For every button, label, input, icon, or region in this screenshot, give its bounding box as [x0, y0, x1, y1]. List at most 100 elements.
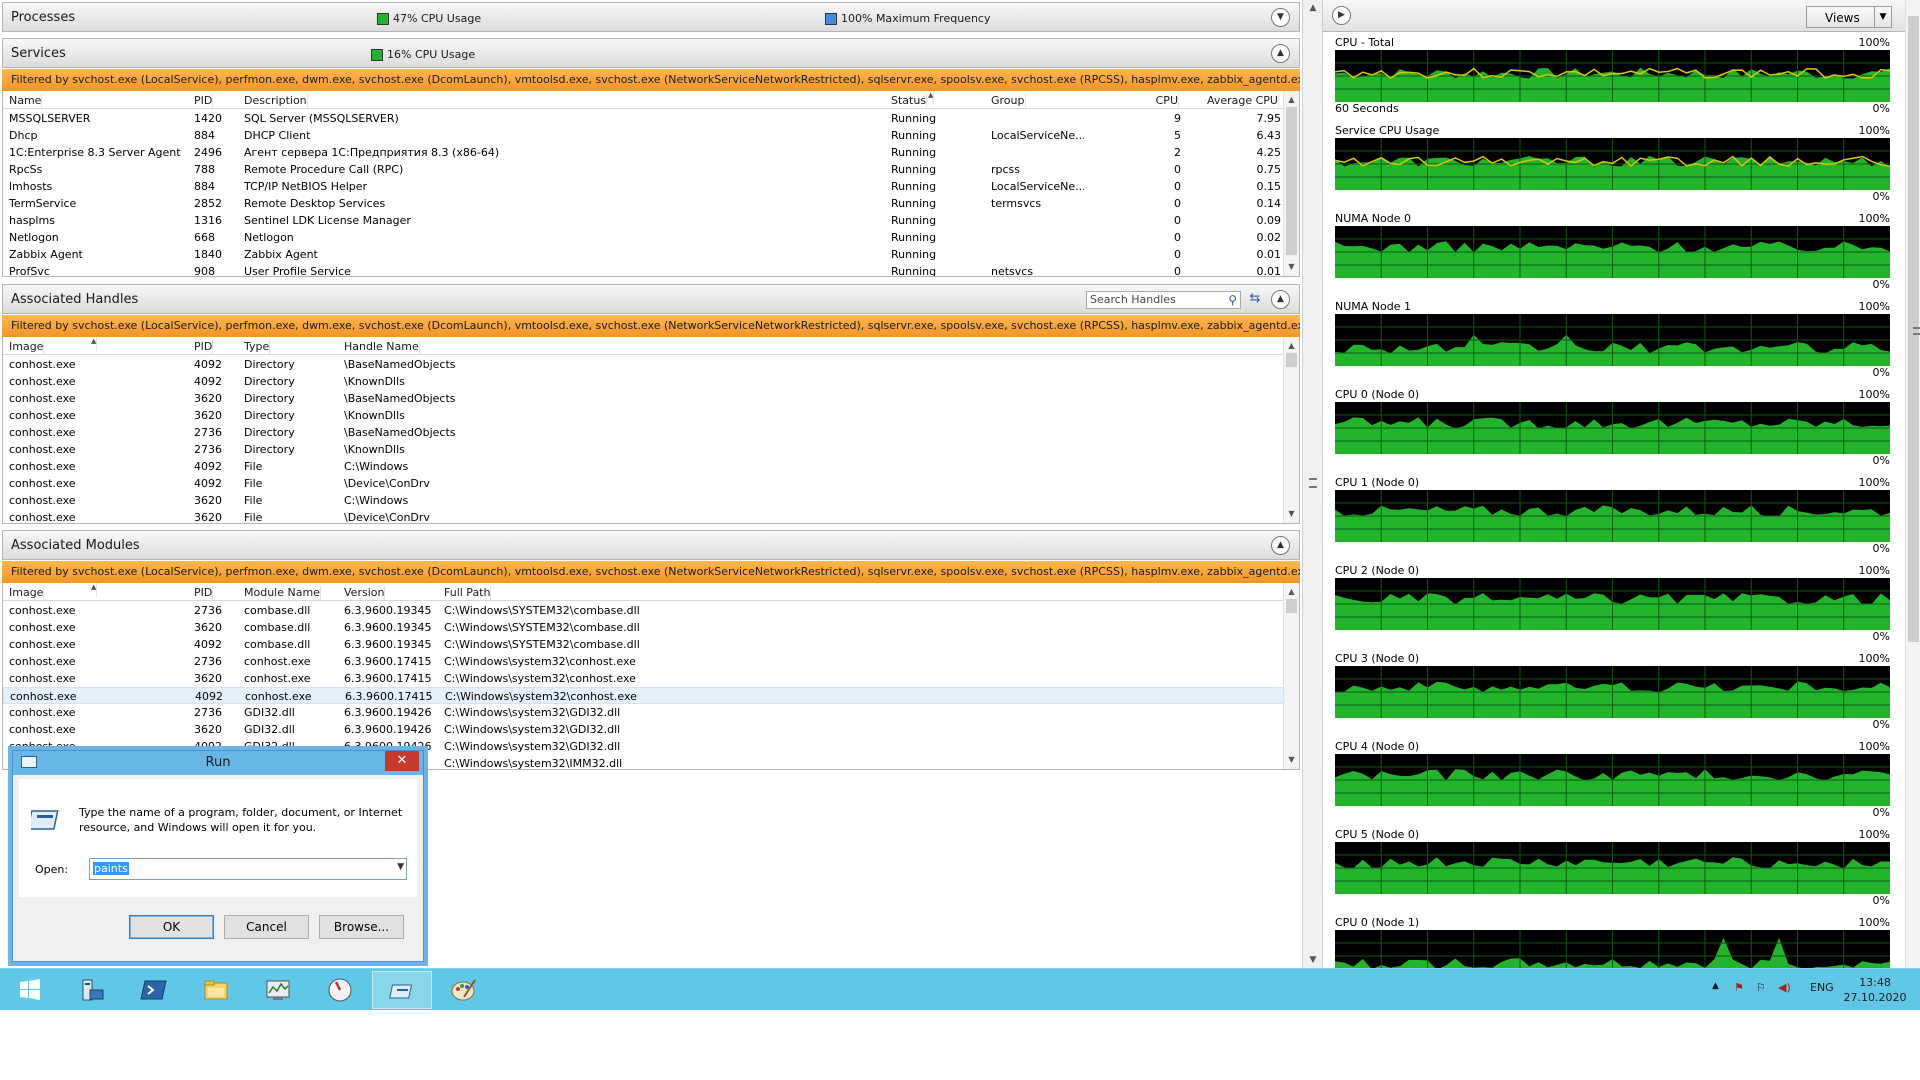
column-header[interactable]: PID	[194, 94, 214, 108]
pane-splitter[interactable]: ▲ ▼	[1302, 0, 1323, 968]
chevron-down-icon[interactable]: ▼	[397, 862, 404, 872]
table-row[interactable]: conhost.exe 3620 conhost.exe 6.3.9600.17415…	[3, 670, 1285, 687]
column-header[interactable]: Type	[244, 340, 271, 354]
taskbar-powershell[interactable]	[124, 971, 184, 1009]
processes-header[interactable]: Processes 47% CPU Usage 100% Maximum Fre…	[2, 2, 1300, 32]
taskbar-file-explorer[interactable]	[186, 971, 246, 1009]
table-row[interactable]: conhost.exe 3620 File \Device\ConDrv	[3, 509, 1285, 523]
open-value[interactable]: paints	[93, 862, 129, 875]
expand-processes-icon[interactable]: ▼	[1271, 8, 1290, 27]
scroll-down-icon[interactable]: ▼	[1284, 753, 1299, 767]
table-row[interactable]: lmhosts 884 TCP/IP NetBIOS Helper Running Lo…	[3, 178, 1285, 195]
sort-ascending-icon[interactable]: ▲	[928, 91, 935, 105]
handles-scrollbar[interactable]: ▲ ▼	[1283, 337, 1299, 523]
views-button[interactable]: Views ▼	[1806, 6, 1892, 28]
column-header[interactable]: Average CPU	[1207, 94, 1279, 108]
scroll-down-icon[interactable]: ▼	[1307, 954, 1319, 966]
sort-ascending-icon[interactable]: ▲	[91, 583, 98, 597]
clock[interactable]: 13:48 27.10.2020	[1840, 975, 1910, 1005]
table-row[interactable]: conhost.exe 3620 combase.dll 6.3.9600.19345…	[3, 619, 1285, 636]
search-handles-input[interactable]: Search Handles ⚲	[1086, 291, 1241, 309]
column-header[interactable]: PID	[194, 586, 214, 600]
scroll-up-icon[interactable]: ▲	[1284, 585, 1299, 599]
table-row[interactable]: hasplms 1316 Sentinel LDK License Manager R…	[3, 212, 1285, 229]
table-row[interactable]: conhost.exe 4092 combase.dll 6.3.9600.19345…	[3, 636, 1285, 653]
cancel-button[interactable]: Cancel	[224, 915, 309, 939]
table-row[interactable]: conhost.exe 3620 File C:\Windows	[3, 492, 1285, 509]
browse-button[interactable]: Browse...	[319, 915, 404, 939]
collapse-pane-icon[interactable]: ▶	[1332, 6, 1351, 25]
column-header[interactable]: Full Path	[444, 586, 492, 600]
table-row[interactable]: conhost.exe 2736 Directory \BaseNamedObject…	[3, 424, 1285, 441]
graphs-scrollbar[interactable]	[1905, 0, 1920, 968]
table-row[interactable]: Dhcp 884 DHCP Client Running LocalServiceNe.…	[3, 127, 1285, 144]
taskbar-run[interactable]	[372, 971, 432, 1009]
column-header[interactable]: CPU	[1156, 94, 1179, 108]
run-titlebar[interactable]: Run ✕	[13, 751, 423, 775]
table-row[interactable]: conhost.exe 4092 conhost.exe 6.3.9600.17415…	[3, 687, 1285, 704]
column-header[interactable]: Group	[991, 94, 1026, 108]
table-row[interactable]: conhost.exe 4092 Directory \KnownDlls	[3, 373, 1285, 390]
scroll-thumb[interactable]	[1286, 599, 1297, 613]
table-row[interactable]: conhost.exe 4092 Directory \BaseNamedObject…	[3, 356, 1285, 373]
table-row[interactable]: conhost.exe 2736 Directory \KnownDlls	[3, 441, 1285, 458]
scroll-down-icon[interactable]: ▼	[1284, 507, 1299, 521]
column-header[interactable]: Status	[891, 94, 928, 108]
scroll-up-icon[interactable]: ▲	[1284, 339, 1299, 353]
table-row[interactable]: TermService 2852 Remote Desktop Services Ru…	[3, 195, 1285, 212]
taskbar-resource-monitor[interactable]	[248, 971, 308, 1009]
table-row[interactable]: conhost.exe 3620 Directory \KnownDlls	[3, 407, 1285, 424]
close-button[interactable]: ✕	[385, 751, 419, 771]
search-icon[interactable]: ⚲	[1228, 292, 1237, 308]
table-row[interactable]: conhost.exe 3620 Directory \BaseNamedObject…	[3, 390, 1285, 407]
scroll-thumb[interactable]	[1286, 353, 1297, 367]
collapse-handles-icon[interactable]: ▲	[1271, 290, 1290, 309]
scroll-thumb[interactable]	[1286, 107, 1297, 255]
action-center-icon[interactable]: ⚐	[1756, 981, 1766, 994]
collapse-modules-icon[interactable]: ▲	[1271, 536, 1290, 555]
column-header[interactable]: Handle Name	[344, 340, 420, 354]
column-header[interactable]: Version	[344, 586, 386, 600]
modules-scrollbar[interactable]: ▲ ▼	[1283, 583, 1299, 769]
chevron-down-icon[interactable]: ▼	[1874, 7, 1891, 27]
language-indicator[interactable]: ENG	[1810, 981, 1834, 994]
column-header[interactable]: PID	[194, 340, 214, 354]
start-button[interactable]	[0, 971, 60, 1009]
services-header[interactable]: Services 16% CPU Usage ▲	[2, 38, 1300, 68]
volume-icon[interactable]: ◀)	[1778, 981, 1791, 994]
column-header[interactable]: Module Name	[244, 586, 321, 600]
taskbar-server-manager[interactable]	[62, 971, 122, 1009]
network-icon[interactable]: ⚑	[1734, 981, 1744, 994]
resize-grip-icon[interactable]	[1913, 327, 1920, 335]
splitter-grip-icon[interactable]	[1309, 478, 1317, 488]
table-row[interactable]: conhost.exe 2736 conhost.exe 6.3.9600.17415…	[3, 653, 1285, 670]
scroll-up-icon[interactable]: ▲	[1307, 2, 1319, 14]
table-row[interactable]: 1C:Enterprise 8.3 Server Agent (... 2496 А…	[3, 144, 1285, 161]
table-row[interactable]: RpcSs 788 Remote Procedure Call (RPC) Runni…	[3, 161, 1285, 178]
column-header[interactable]: Description	[244, 94, 308, 108]
table-row[interactable]: conhost.exe 4092 File \Device\ConDrv	[3, 475, 1285, 492]
table-row[interactable]: MSSQLSERVER 1420 SQL Server (MSSQLSERVER) R…	[3, 110, 1285, 127]
column-header[interactable]: Name	[9, 94, 43, 108]
sort-ascending-icon[interactable]: ▲	[91, 337, 98, 351]
column-header[interactable]: Image	[9, 340, 45, 354]
table-row[interactable]: conhost.exe 4092 File C:\Windows	[3, 458, 1285, 475]
tray-overflow-icon[interactable]: ▲	[1712, 981, 1719, 991]
handles-header[interactable]: Associated Handles Search Handles ⚲ ⇆ ▲	[2, 284, 1300, 314]
ok-button[interactable]: OK	[129, 915, 214, 939]
taskbar-paint[interactable]	[434, 971, 494, 1009]
modules-header[interactable]: Associated Modules ▲	[2, 530, 1300, 560]
refresh-icon[interactable]: ⇆	[1247, 291, 1263, 309]
table-row[interactable]: Zabbix Agent 1840 Zabbix Agent Running 0 0.01	[3, 246, 1285, 263]
column-header[interactable]: Image	[9, 586, 45, 600]
table-row[interactable]: conhost.exe 2736 combase.dll 6.3.9600.19345…	[3, 602, 1285, 619]
table-row[interactable]: ProfSvc 908 User Profile Service Running net…	[3, 263, 1285, 276]
taskbar-performance-monitor[interactable]	[310, 971, 370, 1009]
table-row[interactable]: conhost.exe 2736 GDI32.dll 6.3.9600.19426 C:…	[3, 704, 1285, 721]
services-scrollbar[interactable]: ▲ ▼	[1283, 91, 1299, 276]
scroll-up-icon[interactable]: ▲	[1284, 93, 1299, 107]
open-combobox[interactable]: paints ▼	[89, 858, 407, 880]
table-row[interactable]: conhost.exe 3620 GDI32.dll 6.3.9600.19426 C:…	[3, 721, 1285, 738]
table-row[interactable]: Netlogon 668 Netlogon Running 0 0.02	[3, 229, 1285, 246]
collapse-services-icon[interactable]: ▲	[1271, 44, 1290, 63]
